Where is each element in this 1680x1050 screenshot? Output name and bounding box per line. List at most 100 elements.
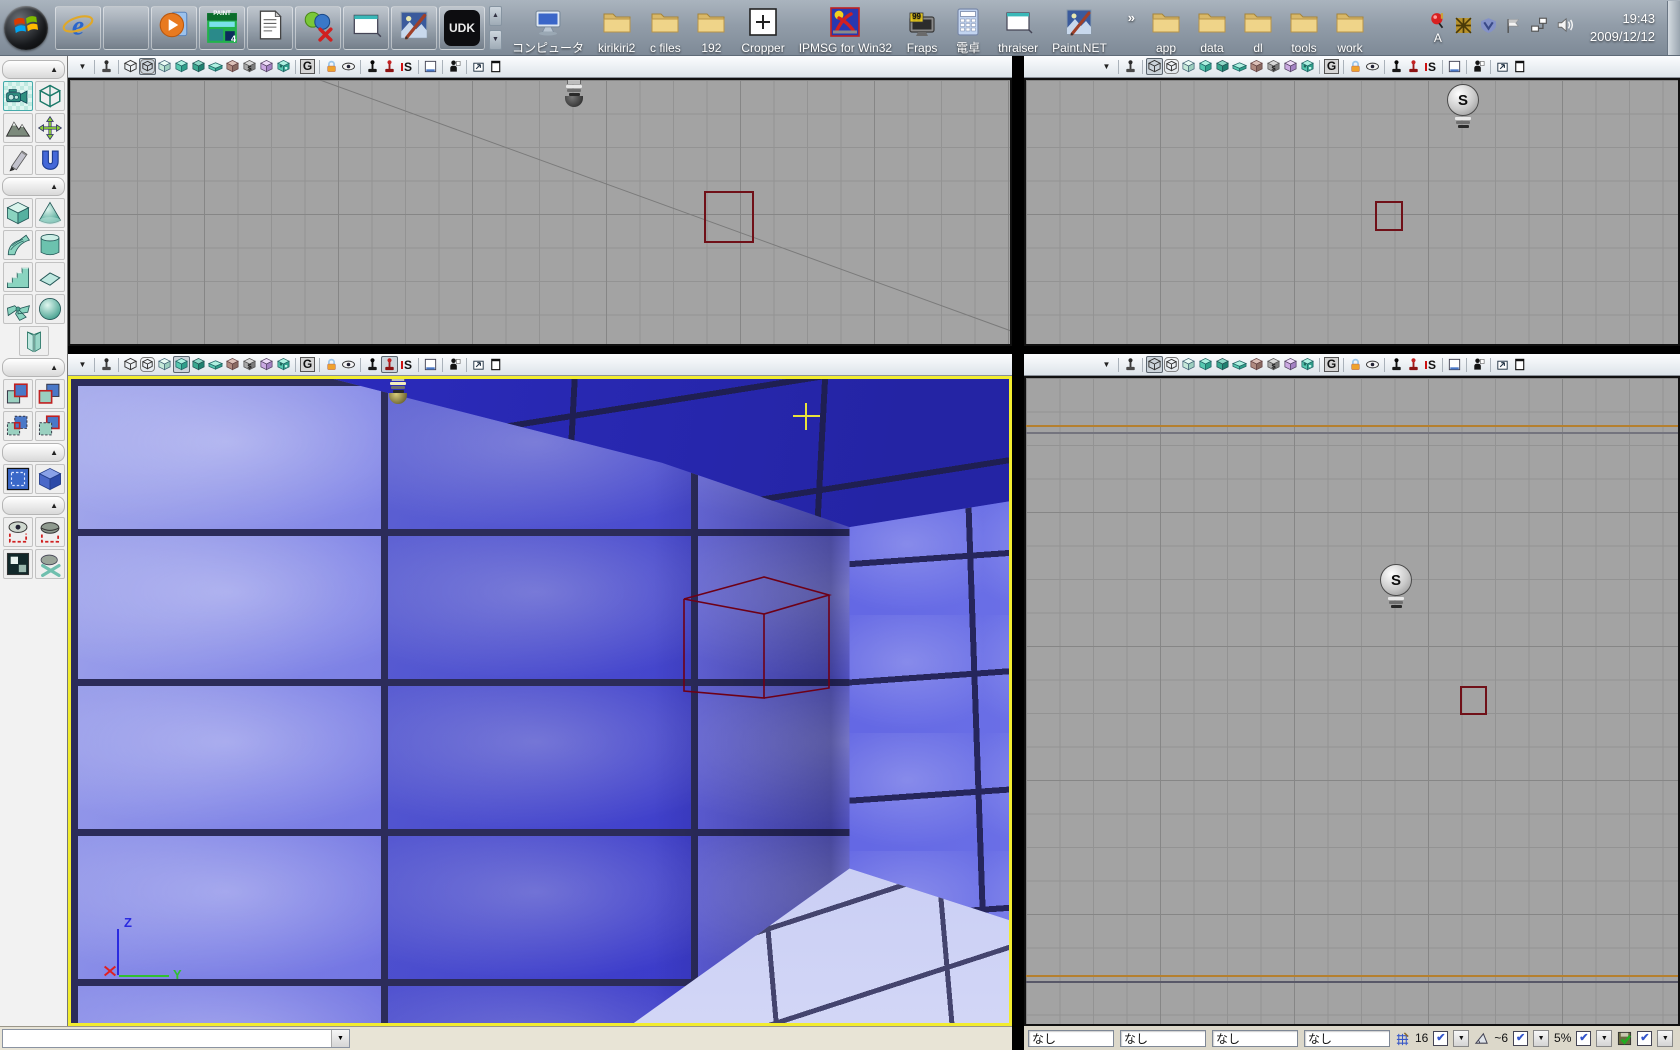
shortcut-電卓[interactable]: 電卓 <box>945 4 991 56</box>
brush-cylinder-button[interactable] <box>35 230 65 260</box>
cube-brown-icon[interactable] <box>224 356 241 373</box>
grid-snap-dropdown[interactable]: ▼ <box>1453 1030 1469 1047</box>
cube-light-icon[interactable] <box>156 58 173 75</box>
geometry-edit-button[interactable] <box>35 145 65 175</box>
letter-s-icon[interactable]: S <box>1422 356 1439 373</box>
camera-mode-button[interactable] <box>3 81 33 111</box>
dropdown-arrow-icon[interactable]: ▼ <box>74 58 91 75</box>
window-arrow-icon[interactable] <box>1494 58 1511 75</box>
brush-cube-button[interactable] <box>3 198 33 228</box>
window-plain-icon[interactable] <box>487 58 504 75</box>
cube-pattern-icon[interactable] <box>1299 356 1316 373</box>
cube-pattern-icon[interactable] <box>1299 58 1316 75</box>
shortcut-Cropper[interactable]: Cropper <box>734 4 791 56</box>
slab-teal-icon[interactable] <box>1231 58 1248 75</box>
stairs-spiral-button[interactable] <box>3 294 33 324</box>
window-arrow-icon[interactable] <box>470 58 487 75</box>
cube-light-icon[interactable] <box>156 356 173 373</box>
palette-section-header[interactable]: ▲ <box>2 358 65 377</box>
status-select-3[interactable]: なし <box>1304 1030 1390 1047</box>
light-actor-top-right[interactable]: S <box>1447 84 1479 128</box>
csg-intersect-button[interactable] <box>3 411 33 441</box>
cube-teal-dark-icon[interactable] <box>1214 58 1231 75</box>
eye-icon[interactable] <box>340 356 357 373</box>
scale-snap-dropdown[interactable]: ▼ <box>1596 1030 1612 1047</box>
paint4-button[interactable]: PAINT4 <box>199 6 245 50</box>
cube-wire-icon[interactable] <box>1146 58 1163 75</box>
window-plain-icon[interactable] <box>1511 58 1528 75</box>
letter-s-icon[interactable]: S <box>398 58 415 75</box>
viewport-canvas-top-left[interactable] <box>68 78 1012 346</box>
letter-g-icon[interactable]: G <box>299 356 316 373</box>
translate-mode-button[interactable] <box>35 113 65 143</box>
cube-brown-icon[interactable] <box>224 58 241 75</box>
square-blue-icon[interactable] <box>422 58 439 75</box>
eye-icon[interactable] <box>340 58 357 75</box>
cube-wire-icon[interactable] <box>1146 356 1163 373</box>
cube-s-icon[interactable] <box>1265 356 1282 373</box>
cube-brown-icon[interactable] <box>1248 356 1265 373</box>
status-select-1[interactable]: なし <box>1120 1030 1206 1047</box>
status-select-0[interactable]: なし <box>1028 1030 1114 1047</box>
cube-teal-icon[interactable] <box>1197 58 1214 75</box>
builder-brush-outline-top-left[interactable] <box>704 191 754 243</box>
slab-teal-icon[interactable] <box>207 356 224 373</box>
invert-selection-button[interactable] <box>3 549 33 579</box>
eye-icon[interactable] <box>1364 356 1381 373</box>
square-blue-icon[interactable] <box>422 356 439 373</box>
show-selected-button[interactable] <box>3 517 33 547</box>
cube-teal-dark-icon[interactable] <box>190 356 207 373</box>
builder-brush-wireframe[interactable] <box>669 567 841 709</box>
cube-wire-icon[interactable] <box>122 356 139 373</box>
csg-add-button[interactable] <box>3 379 33 409</box>
image-editor-button[interactable] <box>391 6 437 50</box>
lock-icon[interactable] <box>1347 58 1364 75</box>
cube-purple-icon[interactable] <box>1282 58 1299 75</box>
stairs-straight-button[interactable] <box>3 262 33 292</box>
eye-icon[interactable] <box>1364 58 1381 75</box>
select-inside-button[interactable] <box>3 464 33 494</box>
joystick-icon[interactable] <box>1122 58 1139 75</box>
person-icon[interactable] <box>1470 356 1487 373</box>
person-icon[interactable] <box>1470 58 1487 75</box>
start-button[interactable] <box>4 6 48 50</box>
autosave-dropdown[interactable]: ▼ <box>1657 1030 1673 1047</box>
cube-teal-dark-icon[interactable] <box>190 58 207 75</box>
scale-snap-checkbox[interactable]: ✔ <box>1576 1031 1591 1046</box>
rotation-snap-dropdown[interactable]: ▼ <box>1533 1030 1549 1047</box>
folder-shortcut-dl[interactable]: dl <box>1235 4 1281 56</box>
internet-explorer-button[interactable] <box>55 6 101 50</box>
autosave-checkbox[interactable]: ✔ <box>1637 1031 1652 1046</box>
square-blue-icon[interactable] <box>1446 58 1463 75</box>
window-plain-icon[interactable] <box>1511 356 1528 373</box>
person-icon[interactable] <box>446 58 463 75</box>
dropdown-arrow-icon[interactable]: ▼ <box>74 356 91 373</box>
viewport-canvas-top-right[interactable]: S <box>1024 78 1680 346</box>
slab-teal-icon[interactable] <box>207 58 224 75</box>
dropdown-arrow-icon[interactable]: ▼ <box>1098 58 1115 75</box>
folder-shortcut-tools[interactable]: tools <box>1281 4 1327 56</box>
person-icon[interactable] <box>446 356 463 373</box>
shortcut-コンピュータ[interactable]: コンピュータ <box>505 4 591 56</box>
geometry-mode-button[interactable] <box>35 81 65 111</box>
media-player-button[interactable] <box>151 6 197 50</box>
shortcut-kirikiri2[interactable]: kirikiri2 <box>591 4 642 56</box>
joystick-dark-icon[interactable] <box>1388 58 1405 75</box>
joystick-icon[interactable] <box>98 58 115 75</box>
network-icon[interactable] <box>1530 16 1548 39</box>
csg-deintersect-button[interactable] <box>35 411 65 441</box>
brush-clip-button[interactable] <box>3 145 33 175</box>
cube-teal-icon[interactable] <box>173 58 190 75</box>
joystick-red-icon[interactable] <box>1405 58 1422 75</box>
bottom-combobox[interactable]: ▼ <box>2 1029 350 1048</box>
scroll-down-icon[interactable]: ▼ <box>489 30 502 50</box>
cube-s-icon[interactable] <box>1265 58 1282 75</box>
shortcut-thraiser[interactable]: thraiser <box>991 4 1045 56</box>
letter-s-icon[interactable]: S <box>1422 58 1439 75</box>
window-plain-icon[interactable] <box>487 356 504 373</box>
notepad-button[interactable] <box>247 6 293 50</box>
overflow-chevron[interactable]: » <box>1128 10 1135 25</box>
csg-subtract-button[interactable] <box>35 379 65 409</box>
letter-g-icon[interactable]: G <box>1323 356 1340 373</box>
lock-icon[interactable] <box>1347 356 1364 373</box>
